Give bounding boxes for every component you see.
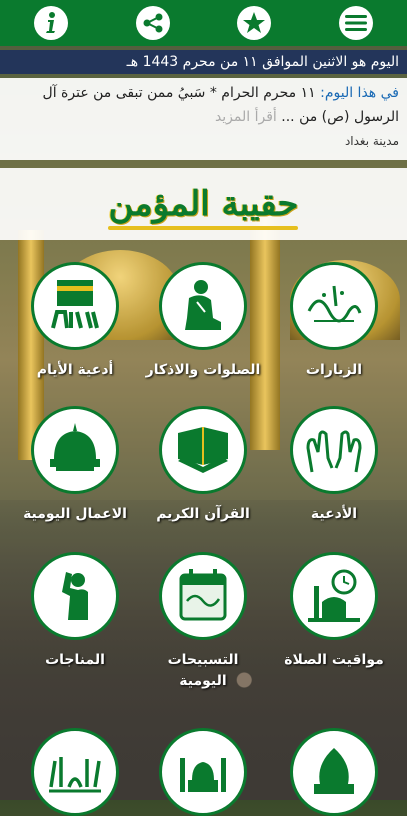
event-prefix: في هذا اليوم: — [320, 85, 399, 101]
tile-label: مواقيت الصلاة — [284, 652, 384, 668]
tile-supplications[interactable]: الأدعية — [274, 406, 394, 525]
tile-label: الصلوات والاذكار — [145, 362, 261, 378]
share-button[interactable] — [135, 6, 170, 40]
app-title: حقيبة المؤمن — [108, 184, 299, 224]
tile-daily-tasbih[interactable]: التسبيحات اليومية — [143, 552, 263, 692]
info-icon — [45, 12, 55, 33]
tile-prayer-times[interactable]: مواقيت الصلاة — [274, 552, 394, 671]
app-title-banner: حقيبة المؤمن — [0, 168, 407, 240]
today-event-box: في هذا اليوم: ١١ محرم الحرام * سَبيُ ممن… — [0, 78, 407, 160]
tile-label: الزيارات — [305, 362, 363, 378]
tile-days-supplications[interactable]: أدعية الأيام — [15, 262, 135, 381]
mosque-dome-icon — [50, 423, 100, 471]
tile-label: أدعية الأيام — [36, 362, 114, 378]
prayer-times-icon — [308, 569, 360, 622]
city-label: مدينة بغداد — [344, 134, 399, 148]
calendar-tasbih-icon — [179, 569, 227, 621]
tile-label: المناجات — [45, 652, 105, 668]
info-button[interactable] — [33, 6, 68, 40]
tile-daily-deeds[interactable]: الاعمال اليومية — [15, 406, 135, 525]
tile-label: التسبيحات اليومية — [167, 652, 239, 689]
ahl-al-bayt-icon — [49, 757, 101, 793]
menu-icon — [345, 15, 368, 31]
tile-label: القرآن الكريم — [156, 506, 250, 522]
read-more-link[interactable]: أقرأ المزيد — [215, 109, 281, 125]
share-icon — [143, 13, 163, 33]
praying-hands-icon — [306, 430, 362, 473]
tile-label: الأدعية — [310, 506, 358, 522]
kaaba-days-icon — [51, 280, 99, 329]
tile-row4-middle[interactable] — [143, 728, 263, 816]
tile-ziyarat[interactable]: الزيارات — [274, 262, 394, 381]
favorites-button[interactable] — [237, 6, 272, 40]
tile-munajat[interactable]: المناجات — [15, 552, 135, 671]
tile-prayers[interactable]: الصلوات والاذكار — [143, 262, 263, 381]
hijri-date-line: اليوم هو الاثنين الموافق ١١ من محرم 1443… — [0, 50, 407, 74]
star-icon — [243, 12, 266, 33]
tile-row4-right[interactable] — [274, 728, 394, 816]
supplicant-icon — [62, 572, 88, 620]
mosque-dome-2-icon — [314, 748, 354, 794]
prayer-person-icon — [185, 280, 221, 330]
tile-row4-left[interactable] — [15, 728, 135, 816]
ziyarat-icon — [307, 285, 362, 323]
mosque-icon — [180, 758, 226, 792]
tile-label: الاعمال اليومية — [23, 506, 127, 522]
quran-icon — [178, 427, 228, 473]
menu-button[interactable] — [339, 6, 374, 40]
top-toolbar — [0, 0, 407, 46]
tile-quran[interactable]: القرآن الكريم — [143, 406, 263, 525]
